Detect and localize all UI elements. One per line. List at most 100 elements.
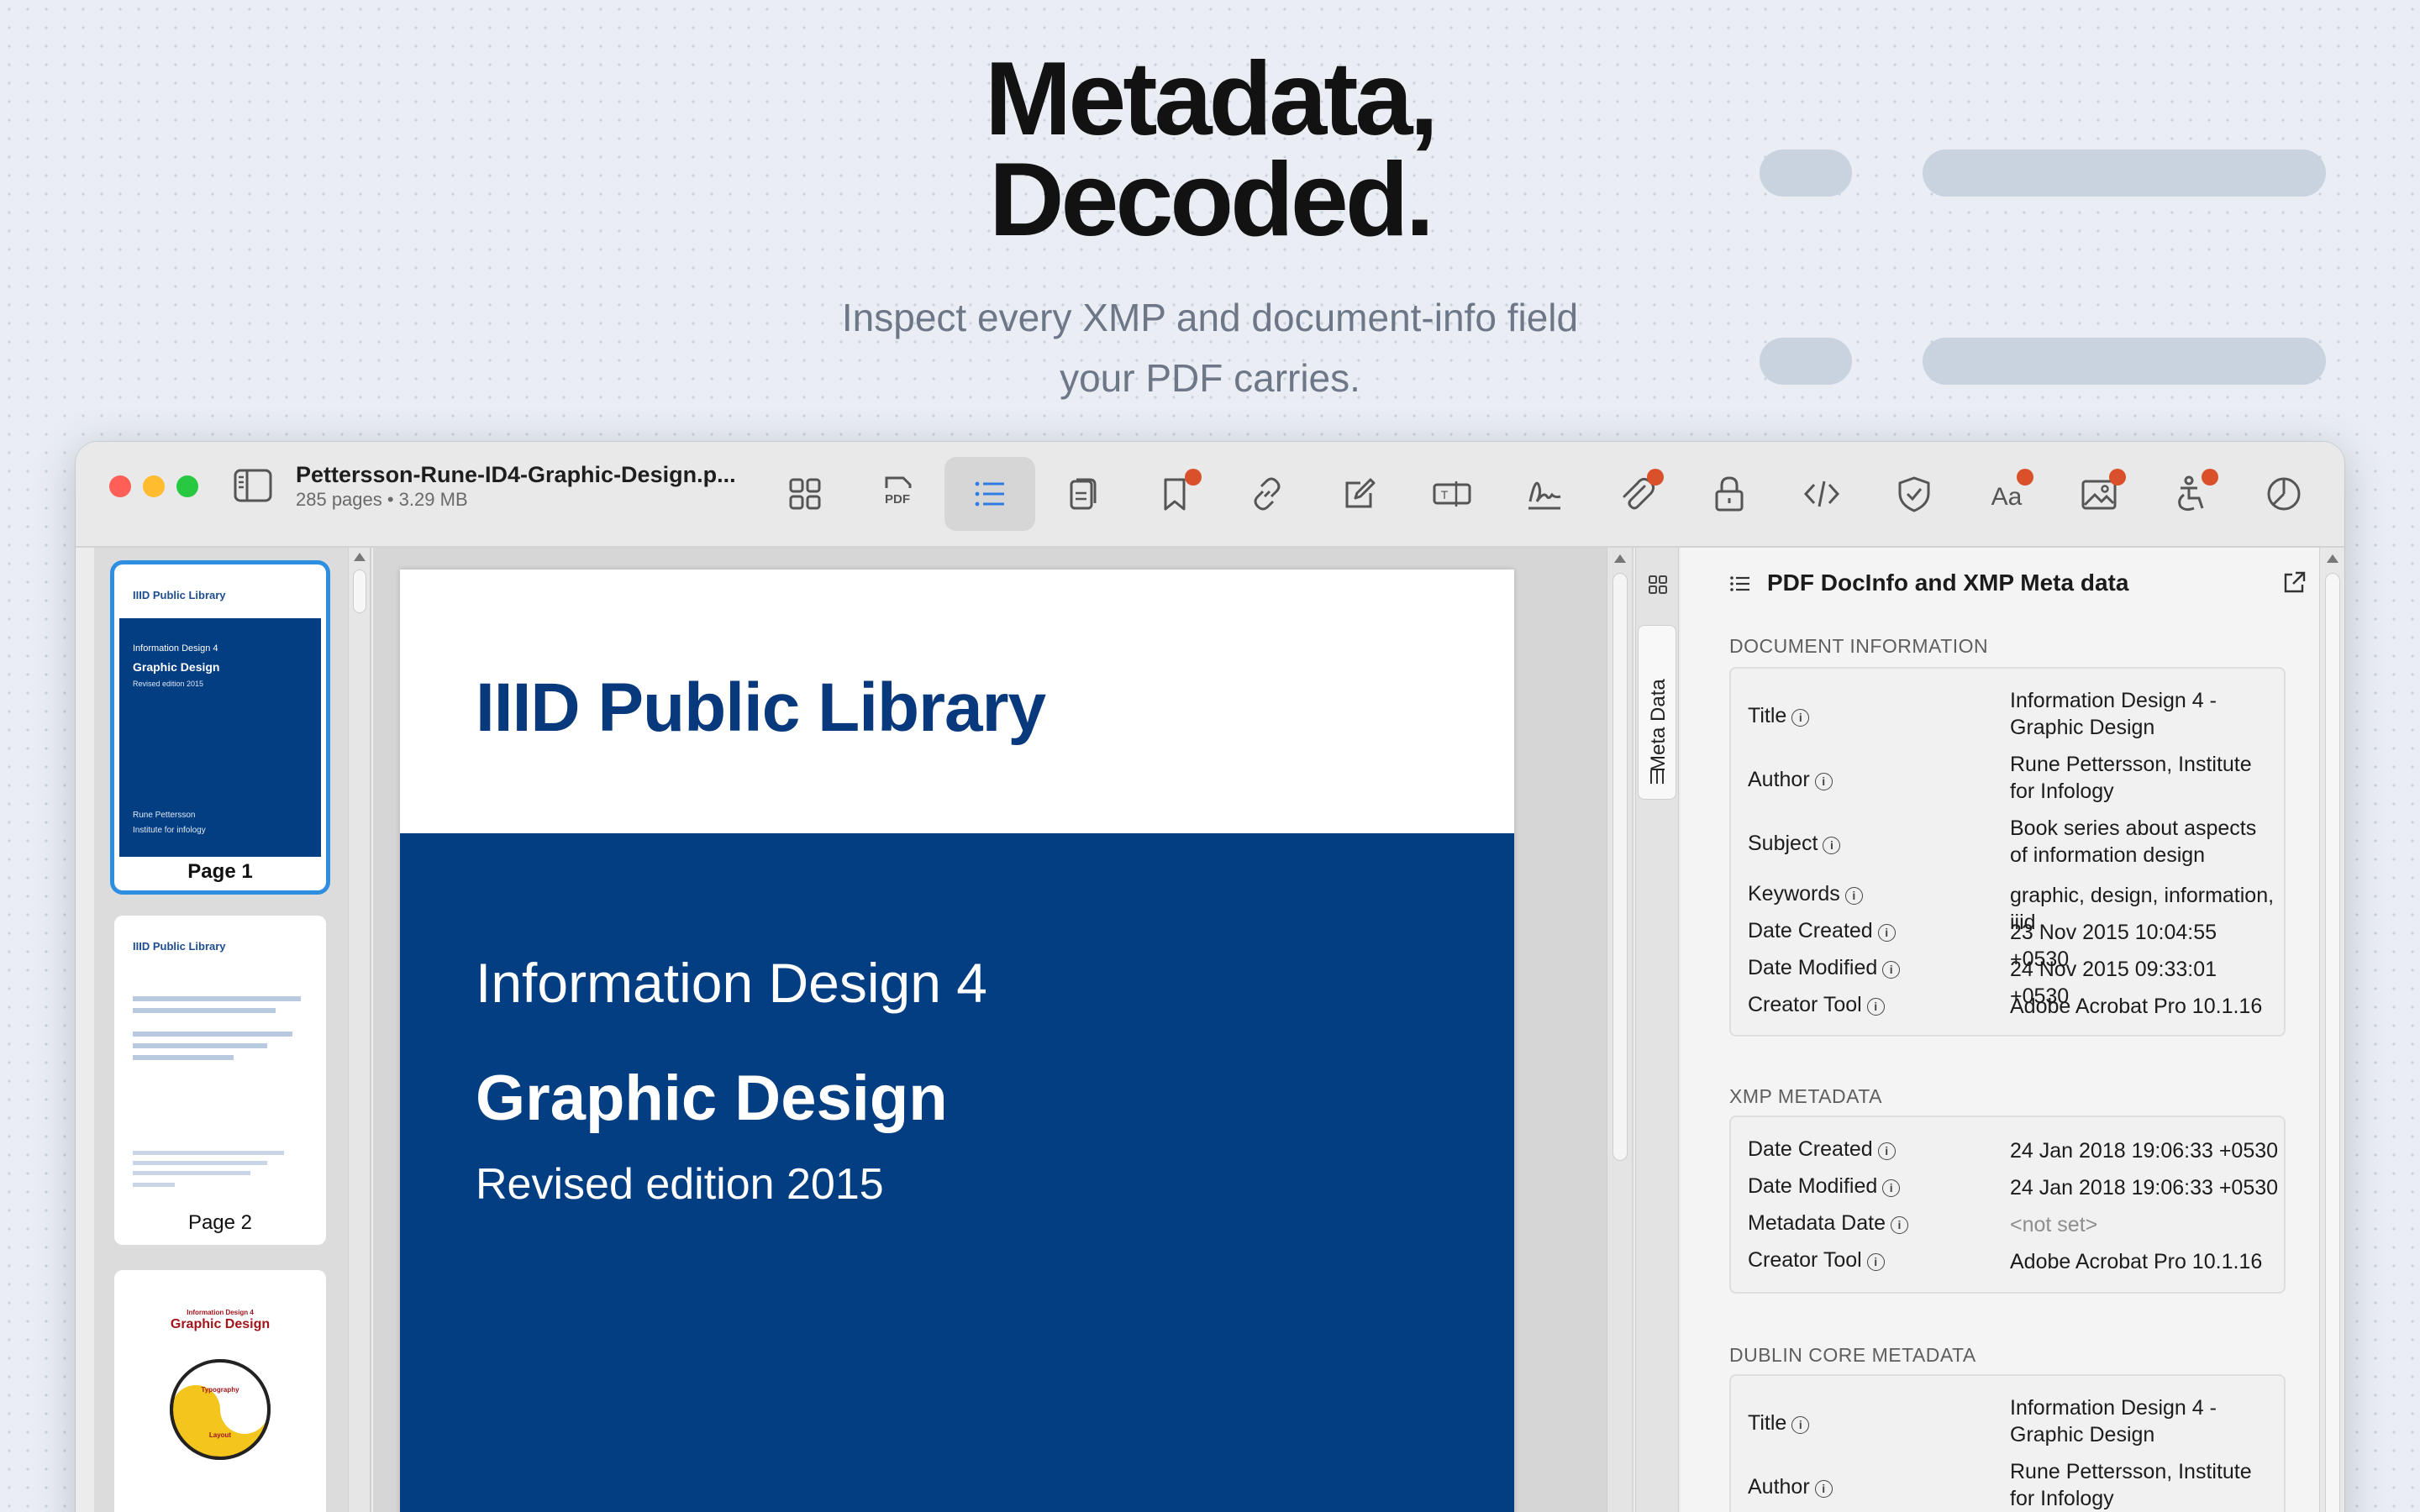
chart-button[interactable] xyxy=(2238,457,2329,531)
bookmarks-button[interactable] xyxy=(1129,457,1220,531)
row-value: Adobe Acrobat Pro 10.1.16 xyxy=(2010,995,2263,1018)
metadata-panel: PDF DocInfo and XMP Meta data DOCUMENT I… xyxy=(1681,548,2344,1512)
info-icon[interactable]: i xyxy=(1791,1416,1810,1434)
thumb-line2: Graphic Design xyxy=(170,1317,271,1331)
images-button[interactable] xyxy=(2054,457,2144,531)
thumb-line2: Graphic Design xyxy=(133,660,220,674)
thumbnails-grid-button[interactable] xyxy=(760,457,850,531)
notification-badge xyxy=(1185,469,1202,486)
links-button[interactable] xyxy=(1222,457,1313,531)
info-icon[interactable]: i xyxy=(1882,961,1901,979)
decorative-pill xyxy=(1923,150,2326,197)
info-icon[interactable]: i xyxy=(1844,887,1863,905)
thumb-header: IIID Public Library xyxy=(133,589,226,601)
page-scrollbar[interactable] xyxy=(1607,548,1632,1512)
pages-button[interactable] xyxy=(1037,457,1128,531)
panel-header: PDF DocInfo and XMP Meta data xyxy=(1681,548,2344,632)
sidebar-toggle-icon[interactable] xyxy=(234,469,272,502)
page-line1: Information Design 4 xyxy=(476,952,987,1014)
row-value: Book series about aspects of information… xyxy=(2010,816,2257,867)
info-icon[interactable]: i xyxy=(1814,773,1833,790)
info-icon[interactable]: i xyxy=(1866,998,1885,1016)
scroll-up-arrow-icon[interactable] xyxy=(354,553,366,561)
tab-meta-data[interactable]: Meta Data xyxy=(1638,625,1676,800)
info-icon[interactable]: i xyxy=(1866,1253,1885,1271)
thumb-text-line xyxy=(133,1008,276,1013)
info-icon[interactable]: i xyxy=(1814,1480,1833,1498)
scroll-thumb[interactable] xyxy=(1612,573,1628,1161)
panel-scrollbar[interactable] xyxy=(2319,548,2344,1512)
decorative-pill xyxy=(1760,150,1852,197)
info-icon[interactable]: i xyxy=(1791,709,1810,727)
scroll-thumb[interactable] xyxy=(353,570,366,613)
panel-title: PDF DocInfo and XMP Meta data xyxy=(1767,570,2129,596)
svg-text:PDF: PDF xyxy=(885,492,910,507)
thumb-line1: Information Design 4 xyxy=(133,643,218,654)
svg-text:Aa: Aa xyxy=(1991,483,2023,511)
thumb-line4: Layout xyxy=(208,1431,232,1439)
scroll-up-arrow-icon[interactable] xyxy=(2327,554,2338,563)
accessibility-button[interactable] xyxy=(2146,457,2237,531)
minimize-window-button[interactable] xyxy=(143,475,165,497)
thumb-header: IIID Public Library xyxy=(133,940,226,953)
outline-button[interactable] xyxy=(944,457,1035,531)
thumb-label: Page 2 xyxy=(187,1211,253,1234)
edit-icon xyxy=(1345,478,1376,508)
row-value: Information Design 4 - Graphic Design xyxy=(2010,1396,2217,1446)
lock-icon xyxy=(1715,476,1744,512)
row-key: Author i xyxy=(1748,768,1833,792)
scroll-thumb[interactable] xyxy=(2325,573,2340,1512)
pdf-button[interactable]: PDF xyxy=(852,457,943,531)
thumbnail-page-2[interactable]: IIID Public Library Page 2 xyxy=(114,916,326,1245)
page-view: IIID Public Library Information Design 4… xyxy=(373,548,1634,1512)
security-button[interactable] xyxy=(1684,457,1775,531)
thumbnail-page-3[interactable]: Information Design 4 Graphic Design Typo… xyxy=(114,1270,326,1512)
text-field-icon: T xyxy=(1433,481,1471,507)
row-key: Metadata Date i xyxy=(1748,1211,1908,1236)
row-key: Creator Tool i xyxy=(1748,993,1885,1017)
notification-badge xyxy=(2202,469,2218,486)
notification-badge xyxy=(2109,469,2126,486)
info-icon[interactable]: i xyxy=(1877,1142,1896,1160)
edit-button[interactable] xyxy=(1314,457,1405,531)
popout-icon[interactable] xyxy=(2281,570,2307,596)
zoom-window-button[interactable] xyxy=(176,475,198,497)
shield-button[interactable] xyxy=(1869,457,1960,531)
row-key: Date Modified i xyxy=(1748,956,1901,980)
page-line3: Revised edition 2015 xyxy=(476,1160,884,1209)
pdf-icon: PDF xyxy=(885,476,912,507)
signature-icon xyxy=(1528,481,1561,510)
link-icon xyxy=(1254,477,1281,511)
info-icon[interactable]: i xyxy=(1877,924,1896,942)
section-title-xmp-metadata: XMP METADATA xyxy=(1729,1085,1882,1107)
document-info: 285 pages • 3.29 MB xyxy=(296,489,468,510)
thumb-line4: Rune Pettersson xyxy=(133,811,196,820)
section-title-dublin-core-metadata: DUBLIN CORE METADATA xyxy=(1729,1344,1976,1366)
section-title-document-information: DOCUMENT INFORMATION xyxy=(1729,635,1989,657)
scroll-up-arrow-icon[interactable] xyxy=(1614,554,1626,563)
grid-icon[interactable] xyxy=(1648,575,1668,595)
hero-title-line1: Metadata, xyxy=(985,41,1439,157)
info-icon[interactable]: i xyxy=(1882,1179,1901,1197)
thumb-label: Page 1 xyxy=(187,860,253,883)
notification-badge xyxy=(1647,469,1664,486)
text-field-button[interactable]: T xyxy=(1407,457,1497,531)
info-icon[interactable]: i xyxy=(1823,837,1841,854)
thumb-text-line xyxy=(133,1151,284,1155)
list-icon xyxy=(975,481,1004,507)
thumb-text-line xyxy=(133,1183,175,1187)
thumbnail-scrollbar[interactable] xyxy=(348,548,370,1512)
code-button[interactable] xyxy=(1776,457,1867,531)
info-icon[interactable]: i xyxy=(1891,1216,1908,1234)
yin-yang-illustration xyxy=(170,1359,271,1460)
decorative-pill xyxy=(1923,338,2326,385)
close-window-button[interactable] xyxy=(109,475,131,497)
thumb-line5: Institute for infology xyxy=(133,826,206,835)
attachments-button[interactable] xyxy=(1591,457,1682,531)
signature-button[interactable] xyxy=(1499,457,1590,531)
thumbnail-page-1[interactable]: IIID Public Library Information Design 4… xyxy=(114,564,326,890)
fonts-button[interactable]: Aa xyxy=(1961,457,2052,531)
shield-icon xyxy=(1898,476,1930,512)
code-icon xyxy=(1803,480,1840,507)
document-title: Pettersson-Rune-ID4-Graphic-Design.p... xyxy=(296,462,736,487)
